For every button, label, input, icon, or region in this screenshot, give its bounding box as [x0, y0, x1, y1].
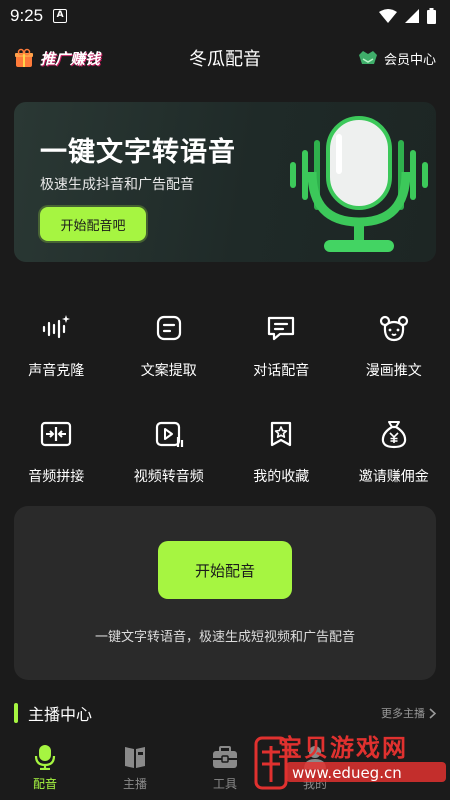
feature-grid: 声音克隆 文案提取 对话配音 漫画推文 音频拼接 视频转音频 我的收藏 邀请赚佣…	[0, 300, 450, 492]
banner-start-button[interactable]: 开始配音吧	[40, 207, 146, 241]
promo-label: 推广赚钱	[40, 49, 101, 68]
feature-label: 我的收藏	[253, 469, 310, 485]
voice-clone-icon	[41, 306, 71, 350]
feature-text-extract[interactable]: 文案提取	[113, 300, 226, 386]
video-to-audio-icon	[154, 412, 184, 456]
start-dubbing-button[interactable]: 开始配音	[158, 541, 292, 599]
feature-label: 文案提取	[140, 363, 197, 379]
vip-crown-icon	[358, 51, 377, 64]
chevron-right-icon	[429, 707, 436, 719]
more-anchors-link[interactable]: 更多主播	[381, 705, 436, 721]
comic-icon	[379, 306, 409, 350]
feature-comic[interactable]: 漫画推文	[338, 300, 450, 386]
start-dubbing-panel: 开始配音 一键文字转语音，极速生成短视频和广告配音	[14, 506, 436, 680]
profile-icon	[304, 746, 326, 769]
microphone-icon	[34, 745, 56, 770]
section-accent-bar	[14, 703, 18, 723]
money-bag-icon	[380, 412, 408, 456]
banner-title: 一键文字转语音	[40, 137, 236, 168]
feature-video-to-audio[interactable]: 视频转音频	[113, 406, 226, 492]
signal-icon	[405, 9, 419, 23]
vip-center-button[interactable]: 会员中心	[357, 49, 436, 68]
start-dubbing-description: 一键文字转语音，极速生成短视频和广告配音	[94, 630, 355, 645]
hero-banner[interactable]: 一键文字转语音 极速生成抖音和广告配音 开始配音吧	[14, 102, 436, 262]
feature-label: 对话配音	[253, 363, 310, 379]
nav-label: 工具	[212, 777, 237, 791]
notification-a-icon: A	[53, 9, 68, 23]
app-header: 推广赚钱 冬瓜配音 会员中心	[0, 38, 450, 78]
promo-button[interactable]: 推广赚钱	[14, 48, 100, 69]
anchor-center-section: 主播中心 更多主播	[14, 700, 436, 726]
text-extract-icon	[155, 306, 183, 350]
vip-label: 会员中心	[383, 52, 436, 68]
feature-dialogue[interactable]: 对话配音	[225, 300, 338, 386]
feature-label: 邀请赚佣金	[358, 469, 429, 485]
status-bar: 9:25 A	[0, 0, 450, 32]
battery-icon	[427, 8, 436, 24]
feature-label: 视频转音频	[133, 469, 204, 485]
anchor-book-icon	[125, 747, 145, 768]
more-anchors-label: 更多主播	[381, 707, 425, 720]
status-time: 9:25	[10, 6, 44, 25]
nav-tab-tools[interactable]: 工具	[180, 738, 270, 800]
section-title: 主播中心	[28, 705, 93, 724]
feature-favorites[interactable]: 我的收藏	[225, 406, 338, 492]
nav-tab-dubbing[interactable]: 配音	[0, 738, 90, 800]
dialogue-icon	[266, 306, 296, 350]
gift-icon	[15, 48, 33, 67]
feature-label: 音频拼接	[28, 469, 85, 485]
feature-label: 漫画推文	[365, 363, 422, 379]
feature-label: 声音克隆	[28, 363, 85, 379]
nav-tab-mine[interactable]: 我的	[270, 738, 360, 800]
banner-subtitle: 极速生成抖音和广告配音	[40, 177, 194, 193]
bottom-navigation: 配音 主播 工具 我的	[0, 738, 450, 800]
nav-label: 我的	[302, 777, 327, 791]
feature-audio-join[interactable]: 音频拼接	[0, 406, 113, 492]
nav-label: 配音	[32, 777, 57, 791]
audio-join-icon	[40, 412, 72, 456]
wifi-icon	[379, 9, 397, 23]
status-icons	[379, 8, 436, 24]
feature-voice-clone[interactable]: 声音克隆	[0, 300, 113, 386]
favorites-icon	[267, 412, 295, 456]
microphone-illustration-icon	[290, 116, 428, 252]
toolbox-icon	[213, 746, 237, 768]
nav-label: 主播	[122, 777, 147, 791]
nav-tab-anchor[interactable]: 主播	[90, 738, 180, 800]
feature-invite-earn[interactable]: 邀请赚佣金	[338, 406, 450, 492]
